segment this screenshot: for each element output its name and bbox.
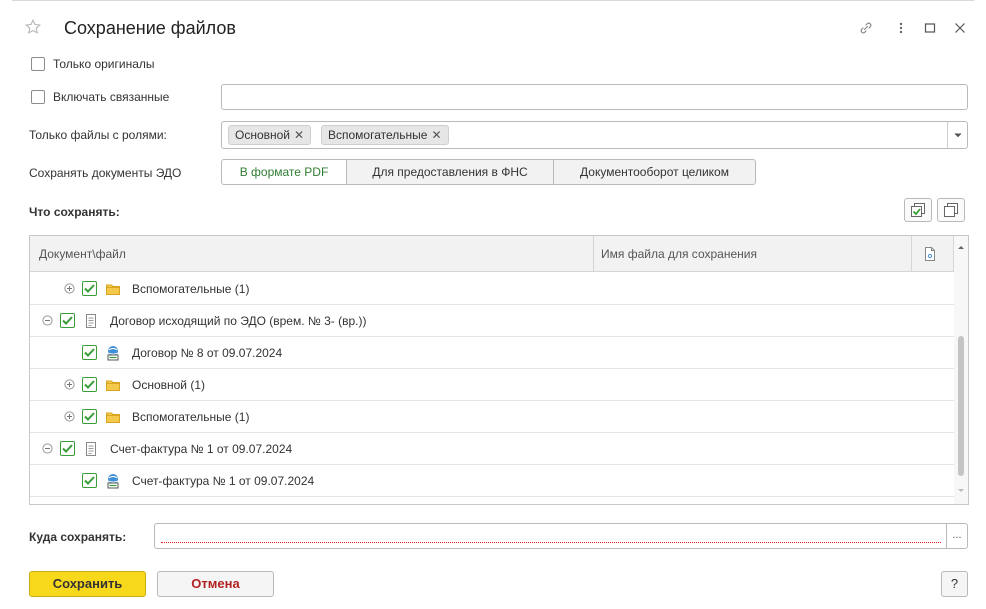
close-icon[interactable] [952, 20, 968, 39]
expand-icon[interactable] [64, 379, 75, 390]
remove-tag-icon[interactable]: ✕ [431, 128, 441, 142]
row-checkbox[interactable] [82, 473, 97, 488]
check-all-button[interactable] [904, 198, 932, 222]
table-row[interactable]: Счет-фактура № 1 от 09.07.2024 [30, 465, 954, 497]
chevron-down-icon [954, 133, 961, 138]
collapse-icon[interactable] [42, 443, 53, 454]
destination-input[interactable] [155, 524, 947, 548]
maximize-icon[interactable] [922, 20, 938, 39]
edo-option-pdf[interactable]: В формате PDF [221, 159, 347, 185]
browse-button[interactable]: ... [946, 523, 968, 549]
row-checkbox[interactable] [60, 313, 75, 328]
table-row[interactable]: Договор № 8 от 09.07.2024 [30, 337, 954, 369]
document-icon [83, 441, 99, 457]
table-row[interactable]: Основной (1) [30, 369, 954, 401]
folder-icon [105, 281, 121, 297]
expand-icon[interactable] [64, 411, 75, 422]
edo-segmented-control: В формате PDF Для предоставления в ФНС Д… [221, 159, 756, 185]
scroll-down-icon [958, 489, 964, 492]
row-checkbox[interactable] [82, 345, 97, 360]
column-filename[interactable]: Имя файла для сохранения [601, 236, 757, 272]
row-label: Вспомогательные (1) [132, 282, 250, 296]
roles-label: Только файлы с ролями: [29, 128, 167, 142]
what-to-save-label: Что сохранять: [29, 205, 120, 219]
roles-field[interactable]: Основной ✕ Вспомогательные ✕ [221, 121, 968, 149]
row-label: Договор № 8 от 09.07.2024 [132, 346, 283, 360]
table-row[interactable]: Счет-фактура № 1 от 09.07.2024 [30, 433, 954, 465]
files-tree-table[interactable]: Документ\файл Имя файла для сохранения В… [29, 235, 969, 505]
role-tag-main[interactable]: Основной ✕ [228, 125, 312, 145]
more-icon[interactable] [893, 20, 909, 39]
originals-only-checkbox[interactable] [31, 57, 45, 71]
role-tag-auxiliary[interactable]: Вспомогательные ✕ [321, 125, 449, 145]
uncheck-all-button[interactable] [937, 198, 965, 222]
row-checkbox[interactable] [82, 377, 97, 392]
row-label: Счет-фактура № 1 от 09.07.2024 [132, 474, 315, 488]
scrollbar-thumb[interactable] [958, 336, 964, 476]
originals-only-label: Только оригиналы [53, 57, 155, 71]
expand-icon[interactable] [64, 283, 75, 294]
include-related-input[interactable] [221, 84, 968, 110]
required-underline [161, 542, 941, 543]
check-all-icon [911, 203, 925, 217]
include-related-label: Включать связанные [53, 90, 170, 104]
row-checkbox[interactable] [60, 441, 75, 456]
table-row[interactable]: Договор исходящий по ЭДО (врем. № 3- (вр… [30, 305, 954, 337]
edo-label: Сохранять документы ЭДО [29, 166, 182, 180]
link-icon[interactable] [858, 20, 874, 39]
top-divider [12, 0, 974, 1]
row-checkbox[interactable] [82, 281, 97, 296]
uncheck-all-icon [944, 203, 958, 217]
row-label: Договор исходящий по ЭДО (врем. № 3- (вр… [110, 314, 367, 328]
folder-icon [105, 409, 121, 425]
collapse-icon[interactable] [42, 315, 53, 326]
save-button[interactable]: Сохранить [29, 571, 146, 597]
edo-option-full[interactable]: Документооборот целиком [553, 159, 756, 185]
table-row[interactable]: Вспомогательные (1) [30, 273, 954, 305]
remove-tag-icon[interactable]: ✕ [294, 128, 304, 142]
roles-dropdown-button[interactable] [947, 122, 967, 148]
row-checkbox[interactable] [82, 409, 97, 424]
table-header: Документ\файл Имя файла для сохранения [30, 236, 968, 272]
destination-field[interactable] [154, 523, 948, 549]
folder-icon [105, 377, 121, 393]
document-icon [83, 313, 99, 329]
destination-label: Куда сохранять: [29, 530, 127, 544]
include-related-checkbox[interactable] [31, 90, 45, 104]
table-row[interactable]: Вспомогательные (1) [30, 401, 954, 433]
cancel-button[interactable]: Отмена [157, 571, 274, 597]
edo-document-icon [105, 345, 121, 361]
star-icon[interactable] [25, 18, 41, 38]
row-label: Основной (1) [132, 378, 206, 392]
file-attach-icon[interactable] [923, 246, 937, 262]
edo-option-fns[interactable]: Для предоставления в ФНС [346, 159, 554, 185]
help-button[interactable]: ? [941, 571, 968, 597]
row-label: Счет-фактура № 1 от 09.07.2024 [110, 442, 293, 456]
column-document[interactable]: Документ\файл [39, 236, 126, 272]
row-label: Вспомогательные (1) [132, 410, 250, 424]
scroll-up-icon [958, 246, 964, 249]
edo-document-icon [105, 473, 121, 489]
window-title: Сохранение файлов [64, 18, 236, 38]
